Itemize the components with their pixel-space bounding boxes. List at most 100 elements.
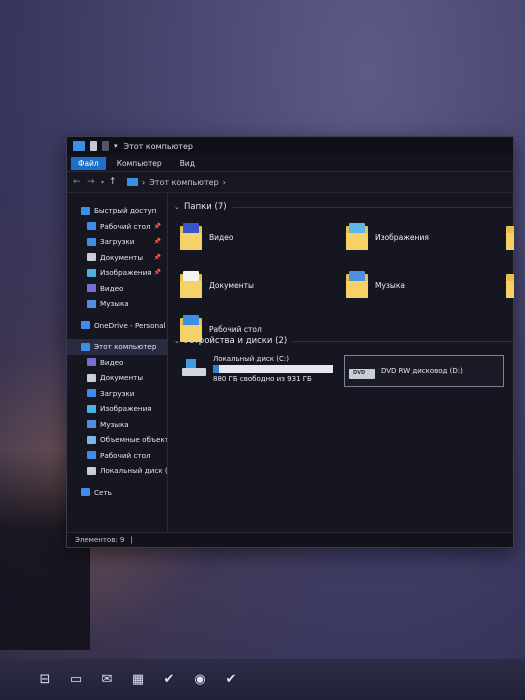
sidebar-item-label: Видео — [100, 357, 124, 367]
sidebar-item-label: Рабочий стол — [100, 221, 151, 231]
sidebar-item-label: Музыка — [100, 419, 129, 429]
window-title: Этот компьютер — [123, 141, 193, 151]
sidebar-item[interactable]: Загрузки 📌 — [67, 234, 167, 250]
folder-item[interactable]: Документы — [180, 271, 254, 299]
chrome-icon[interactable]: ◉ — [187, 667, 213, 693]
mail-icon[interactable]: ✉ — [94, 667, 120, 693]
network-icon — [81, 488, 90, 497]
sidebar-item[interactable]: Изображения 📌 — [67, 265, 167, 281]
drive-c-label: Локальный диск (C:) — [213, 355, 289, 363]
folder-icon — [506, 223, 514, 251]
folders-grid: Видео Документы Изображения Музыка Рабочий с… — [174, 215, 514, 342]
pin-icon[interactable]: 📌 — [154, 254, 161, 261]
downloads-icon — [87, 389, 96, 398]
sidebar-item-label: Быстрый доступ — [94, 206, 157, 216]
address-separator-icon: › — [142, 177, 146, 187]
file-explorer-icon[interactable]: ▭ — [63, 667, 89, 693]
breadcrumb-chevron-icon[interactable]: › — [223, 178, 226, 187]
checkmark-app-icon[interactable]: ✔ — [218, 667, 244, 693]
collapse-chevron-icon[interactable]: ⌄ — [174, 203, 184, 211]
drives-grid: Локальный диск (C:) 880 ГБ свободно из 9… — [174, 349, 513, 399]
documents-icon — [87, 373, 96, 382]
sidebar-item-label: Этот компьютер — [94, 342, 157, 352]
sidebar-item[interactable]: Изображения — [67, 401, 167, 417]
store-icon[interactable]: ▦ — [125, 667, 151, 693]
sidebar-item-label: Рабочий стол — [100, 450, 151, 460]
sidebar-item-label: Изображения — [100, 268, 152, 278]
sidebar-item-label: OneDrive - Personal — [94, 320, 166, 330]
main-pane: ⌄ Папки (7) Видео Документы Изображения Муз… — [168, 193, 514, 533]
sidebar-item-label: Видео — [100, 283, 124, 293]
checkmark-app-icon[interactable]: ✔ — [156, 667, 182, 693]
documents-folder-icon — [180, 271, 204, 299]
forward-arrow-icon[interactable]: → — [87, 177, 101, 187]
title-bar: ▾ Этот компьютер — [67, 137, 513, 155]
video-icon — [87, 284, 96, 293]
sidebar-item[interactable]: Документы — [67, 370, 167, 386]
drive-c[interactable]: Локальный диск (C:) 880 ГБ свободно из 9… — [180, 355, 333, 383]
sidebar-item[interactable]: Этот компьютер — [67, 339, 167, 355]
tab-file[interactable]: Файл — [71, 156, 106, 170]
music-icon — [87, 420, 96, 429]
item-count: Элементов: 9 — [75, 536, 125, 544]
sidebar-item[interactable]: Документы 📌 — [67, 250, 167, 266]
sidebar-item-label: Объемные объекты — [100, 435, 168, 445]
pin-icon[interactable]: 📌 — [154, 223, 161, 230]
recent-locations-icon[interactable]: ▾ — [101, 179, 109, 186]
address-bar[interactable]: ← → ▾ ↑ › Этот компьютер › — [67, 172, 513, 193]
sidebar-item[interactable]: Музыка — [67, 417, 167, 433]
folder-item[interactable]: Музыка — [346, 271, 405, 299]
ribbon-tabs: Файл Компьютер Вид — [67, 155, 513, 172]
folder-item-partial[interactable] — [506, 271, 519, 299]
this-pc-icon — [81, 342, 90, 351]
this-pc-icon — [127, 178, 138, 186]
tab-view[interactable]: Вид — [173, 157, 202, 170]
drive-c-free-space: 880 ГБ свободно из 931 ГБ — [213, 375, 312, 383]
task-view-icon[interactable]: ⊟ — [32, 667, 58, 693]
sidebar-item[interactable]: Сеть — [67, 485, 167, 501]
divider — [293, 340, 513, 342]
folder-item[interactable]: Изображения — [346, 223, 429, 251]
drive-icon — [87, 466, 96, 475]
navigation-pane: Быстрый доступ Рабочий стол 📌 Загрузки 📌 Доку… — [67, 193, 168, 533]
3d-objects-icon — [87, 435, 96, 444]
folder-item[interactable]: Рабочий стол — [180, 315, 262, 343]
new-folder-icon[interactable] — [102, 141, 109, 151]
breadcrumb[interactable]: Этот компьютер — [149, 178, 218, 187]
sidebar-item[interactable]: Загрузки — [67, 386, 167, 402]
sidebar-item[interactable]: Видео — [67, 355, 167, 371]
folder-label: Музыка — [375, 280, 405, 290]
status-bar: Элементов: 9 | — [67, 532, 513, 547]
desktop-icon — [87, 222, 96, 231]
sidebar-item[interactable]: Объемные объекты — [67, 432, 167, 448]
sidebar-item[interactable]: Музыка — [67, 296, 167, 312]
folder-item-partial[interactable] — [506, 223, 519, 251]
folders-group-title: Папки (7) — [184, 202, 227, 212]
documents-icon — [87, 253, 96, 262]
pictures-icon — [87, 404, 96, 413]
sidebar-item[interactable]: Быстрый доступ — [67, 203, 167, 219]
video-icon — [87, 358, 96, 367]
properties-icon[interactable] — [90, 141, 97, 151]
folders-group-header[interactable]: ⌄ Папки (7) — [174, 199, 513, 215]
sidebar-item[interactable]: Видео — [67, 281, 167, 297]
sidebar-item-label: Музыка — [100, 299, 129, 309]
sidebar-item[interactable]: OneDrive - Personal — [67, 318, 167, 334]
star-icon — [81, 206, 90, 215]
drive-d[interactable]: DVD DVD RW дисковод (D:) — [344, 355, 504, 387]
sidebar-item[interactable]: Локальный диск (C:) — [67, 463, 167, 479]
music-folder-icon — [346, 271, 370, 299]
folder-icon — [506, 271, 514, 299]
sidebar-item-label: Локальный диск (C:) — [100, 466, 168, 476]
up-arrow-icon[interactable]: ↑ — [109, 177, 123, 187]
sidebar-item[interactable]: Рабочий стол 📌 — [67, 219, 167, 235]
back-arrow-icon[interactable]: ← — [73, 177, 87, 187]
pin-icon[interactable]: 📌 — [154, 238, 161, 245]
pin-icon[interactable]: 📌 — [154, 269, 161, 276]
status-separator: | — [130, 536, 133, 544]
sidebar-item[interactable]: Рабочий стол — [67, 448, 167, 464]
quick-access-toolbar-dropdown-icon[interactable]: ▾ — [114, 142, 118, 150]
pictures-icon — [87, 268, 96, 277]
tab-computer[interactable]: Компьютер — [110, 157, 169, 170]
folder-item[interactable]: Видео — [180, 223, 233, 251]
